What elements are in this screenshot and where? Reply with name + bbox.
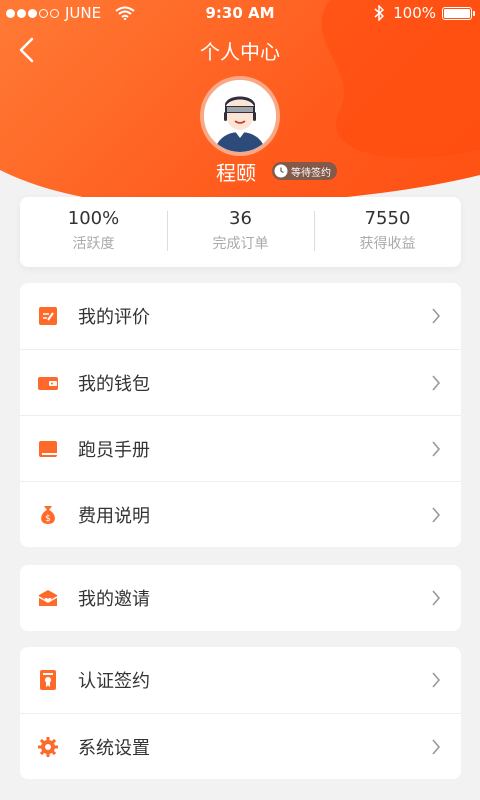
book-icon bbox=[39, 440, 57, 457]
menu-item-my-reviews[interactable]: 我的评价 bbox=[20, 283, 461, 349]
chevron-right-icon bbox=[432, 507, 441, 523]
menu-item-system-settings[interactable]: 系统设置 bbox=[20, 713, 461, 779]
menu-item-fee-description[interactable]: $ 费用说明 bbox=[20, 481, 461, 547]
menu-group-1: 我的评价 我的钱包 跑员手册 $ 费用说明 bbox=[20, 283, 461, 547]
status-bar: JUNE 9:30 AM 100% bbox=[0, 0, 480, 26]
chevron-right-icon bbox=[432, 590, 441, 606]
avatar[interactable] bbox=[200, 76, 280, 156]
wallet-icon bbox=[38, 376, 58, 390]
status-badge: 等待签约 bbox=[272, 162, 337, 180]
stat-label: 完成订单 bbox=[212, 236, 269, 252]
chevron-right-icon bbox=[432, 441, 441, 457]
menu-item-label: 我的邀请 bbox=[78, 589, 150, 610]
stat-value: 36 bbox=[229, 208, 252, 229]
chevron-right-icon bbox=[432, 672, 441, 688]
stat-activity: 100% 活跃度 bbox=[20, 197, 167, 267]
chevron-right-icon bbox=[432, 375, 441, 391]
money-bag-icon: $ bbox=[41, 505, 55, 524]
stat-label: 获得收益 bbox=[359, 236, 416, 252]
menu-item-label: 我的评价 bbox=[78, 307, 150, 328]
page-title: 个人中心 bbox=[200, 40, 280, 64]
bluetooth-icon bbox=[374, 5, 385, 21]
stat-earnings: 7550 获得收益 bbox=[314, 197, 461, 267]
menu-item-label: 费用说明 bbox=[78, 505, 150, 527]
badge-label: 等待签约 bbox=[291, 167, 331, 179]
menu-group-3: 认证签约 系统设置 bbox=[20, 647, 461, 779]
stat-value: 100% bbox=[67, 208, 120, 229]
menu-item-label: 跑员手册 bbox=[78, 439, 150, 461]
menu-item-label: 我的钱包 bbox=[78, 373, 150, 395]
settings-icon bbox=[38, 736, 58, 757]
menu-group-2: 我的邀请 bbox=[20, 565, 461, 631]
stats-panel: 100% 活跃度 36 完成订单 7550 获得收益 bbox=[20, 197, 461, 267]
invite-icon bbox=[38, 590, 58, 606]
menu-item-runner-handbook[interactable]: 跑员手册 bbox=[20, 415, 461, 481]
certificate-icon bbox=[40, 670, 56, 690]
battery-icon bbox=[442, 6, 475, 20]
menu-item-my-wallet[interactable]: 我的钱包 bbox=[20, 349, 461, 415]
menu-item-certification[interactable]: 认证签约 bbox=[20, 647, 461, 713]
review-icon bbox=[39, 307, 57, 325]
menu-item-label: 系统设置 bbox=[78, 737, 150, 759]
stat-completed-orders: 36 完成订单 bbox=[167, 197, 314, 267]
menu-item-label: 认证签约 bbox=[78, 671, 150, 692]
chevron-right-icon bbox=[432, 308, 441, 324]
stat-value: 7550 bbox=[364, 208, 411, 229]
stat-label: 活跃度 bbox=[72, 236, 115, 252]
battery-percent: 100% bbox=[393, 4, 436, 22]
svg-text:$: $ bbox=[45, 514, 51, 524]
clock-icon bbox=[274, 164, 288, 178]
chevron-right-icon bbox=[432, 739, 441, 755]
user-name: 程颐 bbox=[216, 161, 256, 185]
menu-item-my-invitations[interactable]: 我的邀请 bbox=[20, 565, 461, 631]
